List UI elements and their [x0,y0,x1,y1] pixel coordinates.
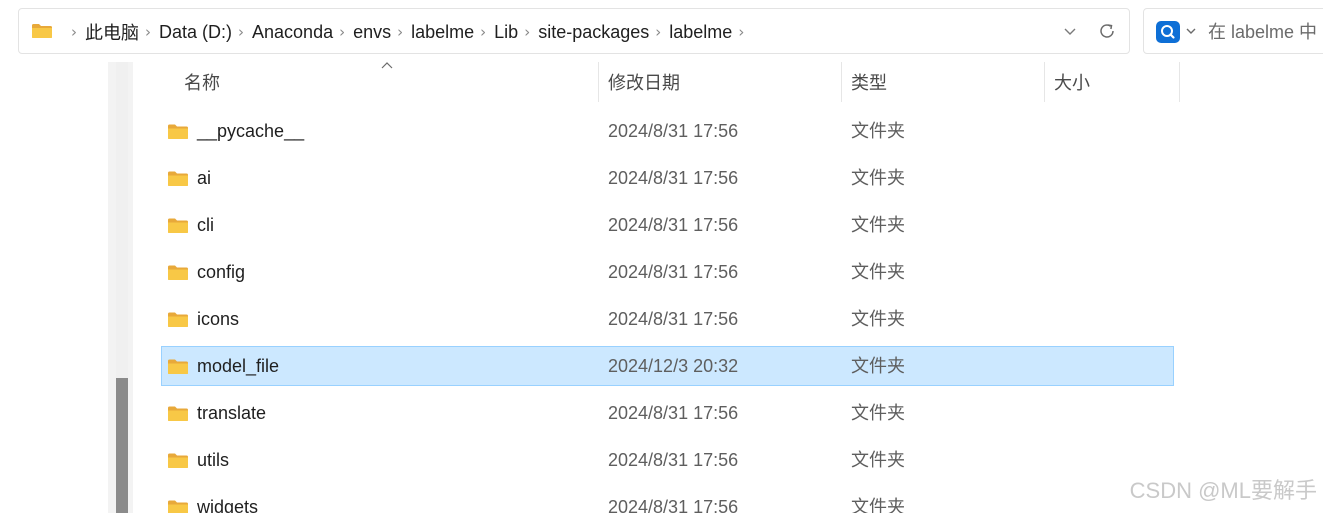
chevron-right-icon[interactable]: › [238,23,244,41]
chevron-right-icon[interactable]: › [524,23,530,41]
folder-icon [168,312,188,327]
chevron-right-icon[interactable]: › [339,23,345,41]
column-header-type-label: 类型 [851,73,887,93]
file-name: translate [197,403,267,423]
chevron-down-icon[interactable] [1184,24,1198,38]
chevron-right-icon[interactable]: › [397,23,403,41]
file-modified-date: 2024/8/31 17:56 [608,215,739,235]
column-header-modified[interactable]: 修改日期 [608,62,680,102]
folder-icon [32,24,52,38]
file-modified-date: 2024/8/31 17:56 [608,262,739,282]
file-row[interactable]: model_file 2024/12/3 20:32 文件夹 [161,346,1174,386]
folder-icon [168,453,188,468]
folder-icon [168,359,188,374]
file-row[interactable]: icons 2024/8/31 17:56 文件夹 [161,299,1174,339]
file-name: __pycache__ [197,121,305,141]
breadcrumb-item[interactable]: Data (D:) [159,22,232,43]
file-modified-date: 2024/8/31 17:56 [608,403,739,423]
breadcrumb-item[interactable]: envs [353,22,391,43]
breadcrumb-item[interactable]: labelme [411,22,474,43]
file-row[interactable]: translate 2024/8/31 17:56 文件夹 [161,393,1174,433]
file-modified-date: 2024/8/31 17:56 [608,309,739,329]
column-header-size-label: 大小 [1054,73,1090,93]
file-row[interactable]: utils 2024/8/31 17:56 文件夹 [161,440,1174,480]
file-explorer-window: › 此电脑 › Data (D:) › Anaconda › envs › labelme › Lib… [0,0,1323,513]
breadcrumb-item[interactable]: Anaconda [252,22,333,43]
file-name: ai [197,168,212,188]
folder-icon [168,218,188,233]
breadcrumb: › 此电脑 › Data (D:) › Anaconda › envs › labelme › Lib… [65,9,752,55]
chevron-right-icon[interactable]: › [71,23,77,41]
file-type: 文件夹 [851,403,905,423]
chevron-right-icon[interactable]: › [145,23,151,41]
address-bar[interactable]: › 此电脑 › Data (D:) › Anaconda › envs › labelme › Lib… [18,8,1130,54]
column-header-modified-label: 修改日期 [608,73,680,93]
file-modified-date: 2024/8/31 17:56 [608,497,739,513]
file-modified-date: 2024/8/31 17:56 [608,168,739,188]
file-name: icons [197,309,240,329]
file-row[interactable]: widgets 2024/8/31 17:56 文件夹 [161,487,1174,513]
file-row[interactable]: ai 2024/8/31 17:56 文件夹 [161,158,1174,198]
file-row[interactable]: cli 2024/8/31 17:56 文件夹 [161,205,1174,245]
file-type: 文件夹 [851,309,905,329]
file-name: widgets [197,497,259,513]
breadcrumb-item[interactable]: labelme [669,22,732,43]
column-divider[interactable] [1044,62,1045,102]
file-type: 文件夹 [851,168,905,188]
file-name: cli [197,215,214,235]
file-modified-date: 2024/12/3 20:32 [608,356,739,376]
file-type: 文件夹 [851,356,905,376]
folder-icon [168,171,188,186]
file-type: 文件夹 [851,215,905,235]
column-header-name-label: 名称 [184,73,220,93]
column-divider[interactable] [1179,62,1180,102]
chevron-down-icon[interactable] [1061,22,1079,40]
file-type: 文件夹 [851,121,905,141]
folder-icon [168,406,188,421]
file-modified-date: 2024/8/31 17:56 [608,450,739,470]
search-box[interactable] [1143,8,1323,54]
search-icon[interactable] [1156,21,1180,43]
file-modified-date: 2024/8/31 17:56 [608,121,739,141]
folder-icon [168,124,188,139]
column-header-name[interactable]: 名称 [184,62,220,102]
column-divider[interactable] [598,62,599,102]
scrollbar-thumb[interactable] [116,378,128,513]
chevron-right-icon[interactable]: › [738,23,744,41]
sort-ascending-icon [381,62,393,69]
column-header-type[interactable]: 类型 [851,62,887,102]
file-name: utils [197,450,230,470]
breadcrumb-item[interactable]: site-packages [538,22,649,43]
file-name: model_file [197,356,280,376]
file-type: 文件夹 [851,450,905,470]
file-type: 文件夹 [851,262,905,282]
folder-icon [168,265,188,280]
breadcrumb-item[interactable]: Lib [494,22,518,43]
file-row[interactable]: config 2024/8/31 17:56 文件夹 [161,252,1174,292]
file-name: config [197,262,246,282]
file-row[interactable]: __pycache__ 2024/8/31 17:56 文件夹 [161,111,1174,151]
refresh-icon[interactable] [1097,21,1117,41]
search-input[interactable] [1208,19,1323,45]
column-divider[interactable] [841,62,842,102]
folder-icon [168,500,188,513]
chevron-right-icon[interactable]: › [480,23,486,41]
watermark: CSDN @ML要解手 [1129,478,1317,503]
file-type: 文件夹 [851,497,905,513]
chevron-right-icon[interactable]: › [655,23,661,41]
column-header-size[interactable]: 大小 [1054,62,1090,102]
breadcrumb-item[interactable]: 此电脑 [85,19,139,45]
